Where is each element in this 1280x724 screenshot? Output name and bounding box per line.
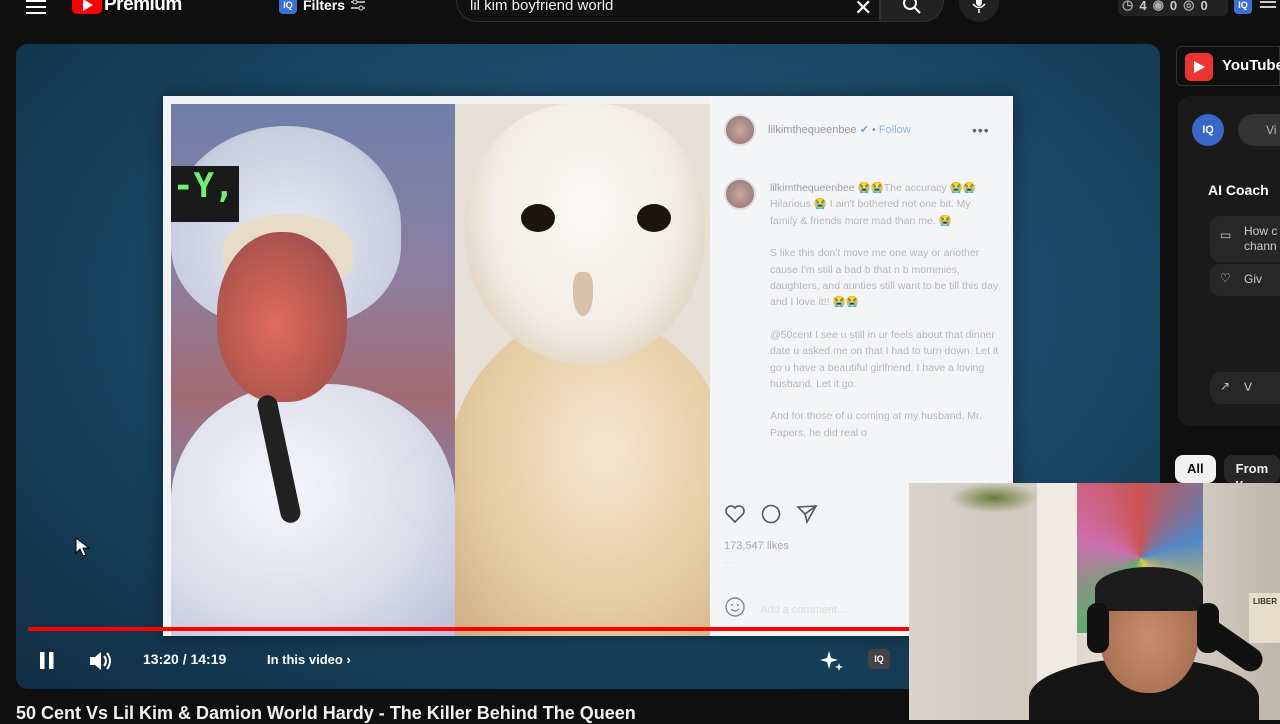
video-title: 50 Cent Vs Lil Kim & Damion World Hardy …: [16, 703, 636, 723]
post-username: lilkimthequeenbee ✔ • Follow: [768, 124, 911, 136]
top-bar: Premium IQ Filters lil kim boyfriend wor…: [0, 0, 1280, 22]
plant: [949, 483, 1039, 513]
headphone-icon: [1087, 603, 1109, 653]
search-icon: [903, 0, 921, 14]
youtube-studio-icon: [1185, 53, 1213, 81]
wall-sign: LIBER: [1249, 593, 1280, 643]
chart-icon: ↗: [1220, 379, 1231, 393]
time-display: 13:20 / 14:19: [143, 651, 227, 667]
eye-icon: ◉: [1152, 0, 1164, 12]
overlay-tag: -Y,: [171, 166, 239, 222]
caption-p2: S like this don't move me one way or ano…: [770, 247, 999, 309]
chip-from-channel[interactable]: From y: [1223, 455, 1280, 491]
pause-icon[interactable]: [39, 651, 55, 671]
comment-icon: [761, 504, 781, 524]
coach-suggestion-label: Giv: [1244, 272, 1262, 286]
verified-icon: ✔: [859, 124, 869, 136]
clock-icon: ◷: [1122, 0, 1134, 12]
iq-avatar-icon[interactable]: IQ: [1192, 114, 1224, 146]
caption-username: lilkimthequeenbee: [770, 182, 855, 194]
caption-p3: @50cent I see u still in ur feels about …: [770, 328, 999, 391]
instagram-post-screenshot: -Y, lilkimthequeenbee ✔ • Follow ••• lil…: [163, 96, 1013, 636]
owl-face: [465, 104, 705, 364]
search-query[interactable]: lil kim boyfriend world: [470, 0, 613, 14]
chapter-label: In this video: [267, 652, 343, 667]
owl-eye: [521, 204, 555, 232]
ai-coach-panel: IQ Vi AI Coach ▭ How c chann ♡ Giv ↗ V: [1178, 96, 1280, 426]
extension-menu-icon[interactable]: [1260, 0, 1276, 11]
filter-chips: All From y: [1175, 455, 1280, 491]
stat-c: 0: [1200, 0, 1208, 13]
coach-suggestion[interactable]: ▭ How c chann: [1210, 216, 1280, 262]
coach-suggestion-label: How c chann: [1244, 224, 1278, 253]
voice-search-button[interactable]: [959, 0, 999, 22]
avatar: [724, 114, 756, 146]
sliders-icon: [351, 0, 366, 11]
extension-stats[interactable]: ◷ 4 ◉ 0 ◎ 0: [1118, 0, 1228, 16]
menu-icon[interactable]: [26, 0, 46, 14]
ai-coach-title: AI Coach: [1208, 182, 1269, 198]
follow-link: Follow: [878, 124, 911, 136]
username-text: lilkimthequeenbee: [768, 124, 857, 136]
eye-icon: ◎: [1183, 0, 1195, 12]
vi-pill-button[interactable]: Vi: [1238, 114, 1280, 146]
coach-suggestion[interactable]: ♡ Giv: [1210, 264, 1280, 296]
add-comment-placeholder: Add a comment...: [760, 604, 847, 616]
iq-icon: IQ: [279, 0, 297, 14]
sparkle-icon[interactable]: [819, 649, 845, 673]
youtube-logo-icon[interactable]: [72, 0, 102, 14]
premium-brand[interactable]: Premium: [104, 0, 182, 16]
coach-suggestion-label: V: [1244, 380, 1253, 394]
owl-eye: [637, 204, 671, 232]
beanie: [1095, 567, 1203, 611]
lightbulb-icon: ♡: [1220, 271, 1231, 285]
more-options-icon: •••: [972, 122, 990, 138]
like-count: 173,547 likes: [724, 540, 789, 552]
mouse-cursor-icon: [75, 537, 91, 557]
search-button[interactable]: [880, 0, 944, 22]
heart-icon: [725, 505, 745, 524]
share-icon: [796, 505, 818, 524]
video-icon: ▭: [1220, 228, 1232, 242]
chevron-right-icon: ›: [346, 652, 351, 667]
microphone-icon: [972, 0, 986, 13]
iq-extension-icon[interactable]: IQ: [1234, 0, 1252, 14]
stat-a: 4: [1139, 0, 1147, 13]
owl-beak: [573, 272, 593, 316]
filters-label: Filters: [303, 0, 346, 13]
performer-photo: -Y,: [171, 104, 455, 636]
coach-suggestion[interactable]: ↗ V: [1210, 372, 1280, 404]
volume-icon[interactable]: [88, 650, 114, 672]
post-date: ···: [724, 558, 732, 567]
youtube-studio-label: YouTube: [1222, 57, 1280, 74]
performer-face: [217, 232, 347, 402]
chip-all[interactable]: All: [1175, 455, 1216, 483]
filters-button[interactable]: IQ Filters: [279, 0, 366, 16]
chapters-button[interactable]: In this video ›: [267, 652, 351, 667]
white-dress: [171, 384, 455, 636]
emoji-icon: [725, 597, 745, 617]
youtube-studio-button[interactable]: YouTube: [1176, 46, 1280, 86]
webcam-overlay: LIBER: [909, 483, 1280, 720]
owl-photo: [455, 104, 710, 636]
clear-search-icon[interactable]: ✕: [854, 0, 872, 21]
post-caption: lilkimthequeenbee 😭😭The accuracy 😭😭 Hila…: [770, 180, 1000, 457]
caption-p4: And for those of u coming at my husband,…: [770, 410, 982, 439]
iq-player-icon[interactable]: IQ: [868, 649, 890, 669]
stat-b: 0: [1169, 0, 1178, 13]
avatar: [724, 178, 756, 210]
